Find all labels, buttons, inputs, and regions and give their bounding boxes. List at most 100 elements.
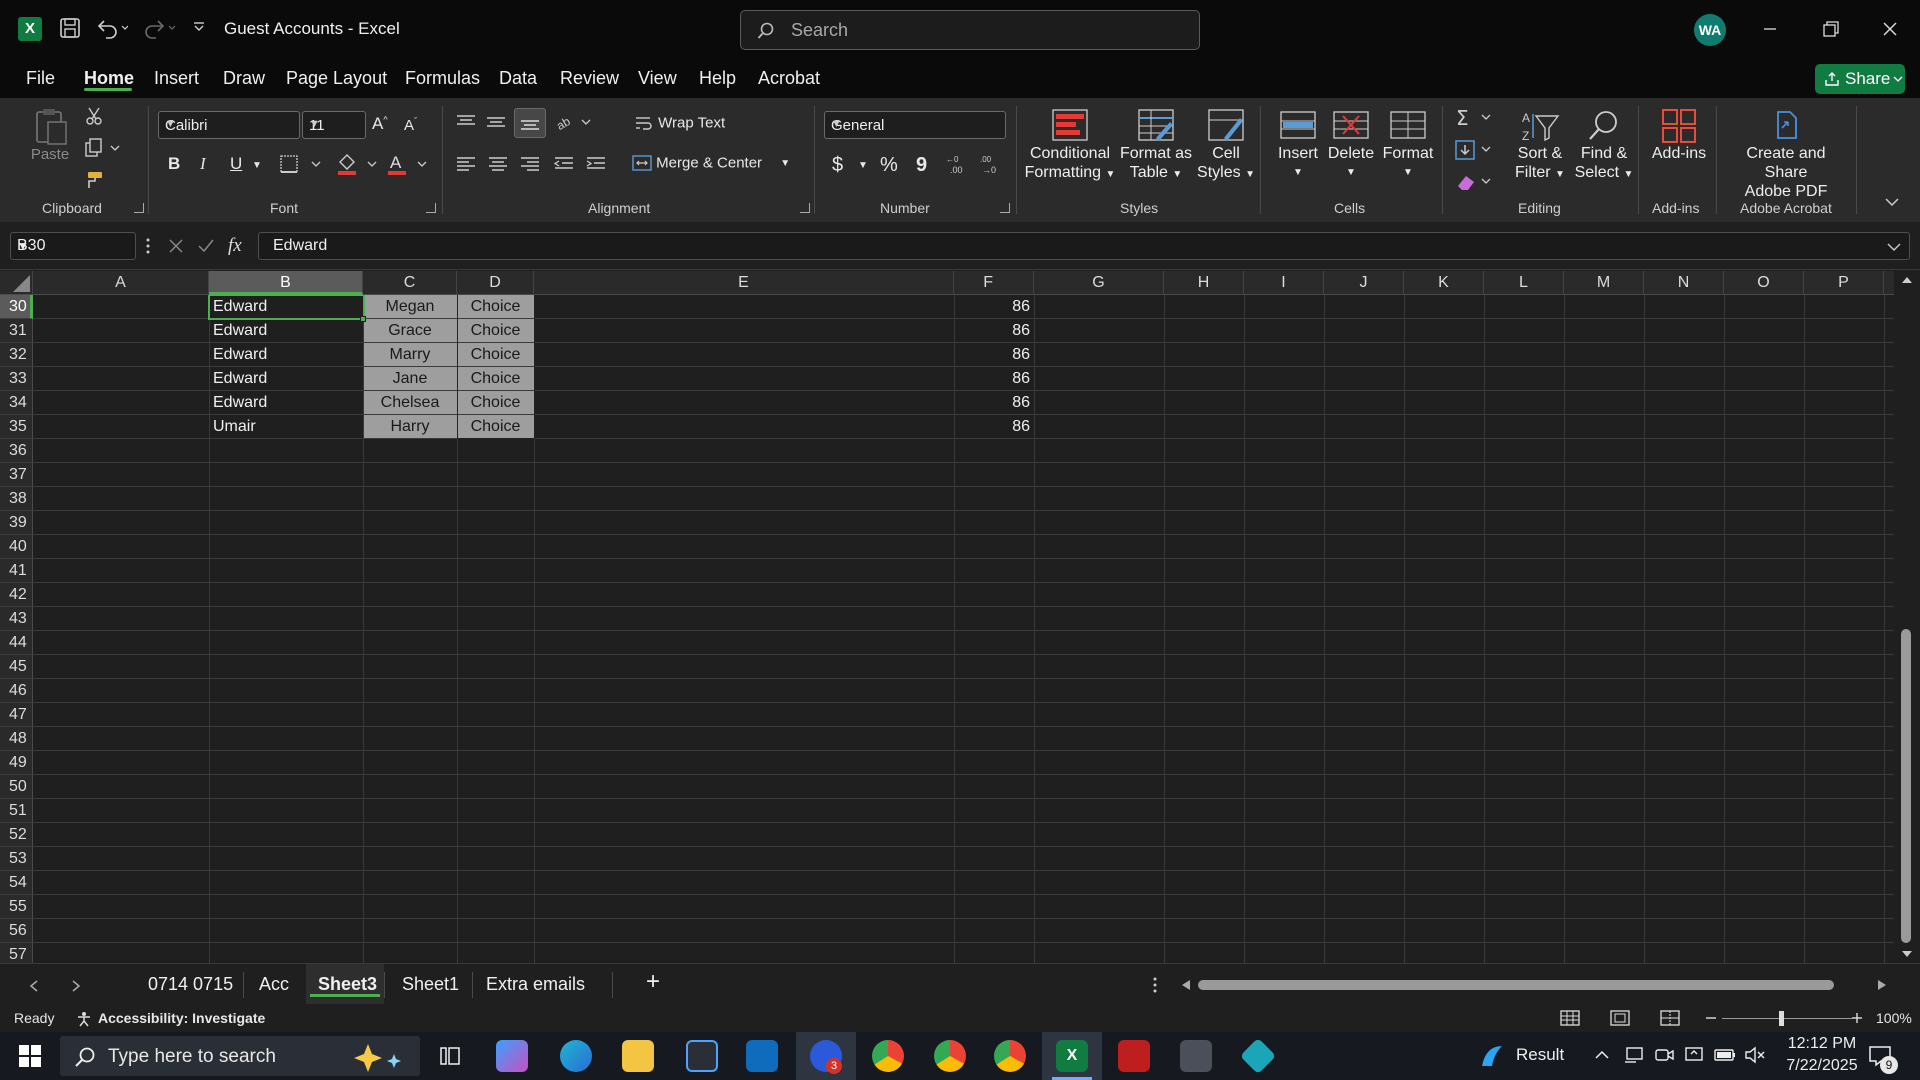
align-center-icon[interactable]	[486, 154, 510, 174]
row-header[interactable]: 50	[0, 775, 33, 799]
cell-b31[interactable]: Edward	[213, 319, 267, 343]
cell-f31[interactable]: 86	[954, 319, 1030, 343]
tab-draw[interactable]: Draw	[223, 68, 265, 89]
formula-input[interactable]: Edward	[258, 232, 1910, 260]
fill-color-icon[interactable]	[336, 152, 378, 176]
tray-chevron-up-icon[interactable]	[1594, 1048, 1610, 1062]
next-sheet-icon[interactable]	[70, 979, 82, 993]
comma-style-button[interactable]: 9	[916, 154, 927, 177]
file-explorer-icon[interactable]	[622, 1040, 654, 1072]
column-header-a[interactable]: A	[33, 271, 209, 295]
excel-taskbar-icon[interactable]: X	[1056, 1040, 1088, 1072]
fill-icon[interactable]	[1454, 138, 1494, 162]
taskbar-search[interactable]: Type here to search	[60, 1036, 420, 1076]
page-layout-view-icon[interactable]	[1610, 1009, 1630, 1027]
insert-function-icon[interactable]: fx	[228, 235, 242, 257]
borders-icon[interactable]	[280, 154, 322, 174]
outlook-icon[interactable]	[746, 1040, 778, 1072]
conditional-formatting-button[interactable]: Conditional Formatting ▼	[1024, 108, 1116, 184]
confirm-entry-icon[interactable]	[196, 236, 216, 256]
row-header[interactable]: 42	[0, 583, 33, 607]
clock-date[interactable]: 7/22/2025	[1778, 1057, 1866, 1075]
underline-button[interactable]: U	[230, 154, 242, 174]
cell-styles-button[interactable]: Cell Styles ▼	[1196, 108, 1256, 184]
cell-d30[interactable]: Choice	[457, 295, 534, 319]
increase-font-icon[interactable]: A^	[372, 114, 388, 134]
close-icon[interactable]	[1874, 14, 1906, 44]
sheet-tab-0714-0715[interactable]: 0714 0715	[148, 974, 233, 995]
font-launcher-icon[interactable]	[426, 203, 436, 213]
search-box[interactable]: Search	[740, 10, 1200, 50]
microsoft-store-icon[interactable]	[686, 1040, 718, 1072]
remote-icon[interactable]	[1684, 1046, 1704, 1064]
row-header[interactable]: 37	[0, 463, 33, 487]
column-header-j[interactable]: J	[1324, 271, 1404, 295]
clear-icon[interactable]	[1454, 170, 1494, 194]
autosum-icon[interactable]: Σ	[1454, 106, 1494, 130]
row-header[interactable]: 43	[0, 607, 33, 631]
decrease-indent-icon[interactable]	[552, 154, 576, 174]
row-header[interactable]: 51	[0, 799, 33, 823]
cell-d35[interactable]: Choice	[457, 415, 534, 439]
tab-home[interactable]: Home	[84, 68, 134, 89]
increase-indent-icon[interactable]	[584, 154, 608, 174]
column-header-i[interactable]: I	[1244, 271, 1324, 295]
decrease-font-icon[interactable]: Aˇ	[404, 116, 417, 134]
zoom-out-icon[interactable]	[1704, 1011, 1718, 1025]
tab-acrobat[interactable]: Acrobat	[758, 68, 820, 89]
normal-view-icon[interactable]	[1560, 1009, 1580, 1027]
network-icon[interactable]	[1624, 1046, 1644, 1064]
expand-formula-bar-icon[interactable]	[1887, 242, 1901, 252]
align-left-icon[interactable]	[454, 154, 478, 174]
row-header[interactable]: 36	[0, 439, 33, 463]
decrease-decimal-icon[interactable]: .00 →0	[976, 154, 1002, 176]
column-header-b[interactable]: B	[209, 271, 363, 295]
cut-icon[interactable]	[84, 106, 104, 126]
font-size-select[interactable]: 11 ▼	[302, 111, 366, 139]
accessibility-status[interactable]: Accessibility: Investigate	[98, 1010, 265, 1026]
scroll-right-icon[interactable]	[1876, 979, 1888, 991]
sheet-tab-acc[interactable]: Acc	[259, 974, 289, 995]
save-icon[interactable]	[58, 16, 82, 40]
format-painter-icon[interactable]	[84, 170, 106, 190]
copy-icon[interactable]	[84, 138, 120, 158]
row-header[interactable]: 38	[0, 487, 33, 511]
zoom-slider-thumb[interactable]	[1779, 1011, 1784, 1026]
row-header[interactable]: 45	[0, 655, 33, 679]
zoom-slider-track[interactable]	[1722, 1018, 1852, 1019]
cell-area[interactable]: Edward Megan Choice 86 Edward Grace Choi…	[33, 295, 1894, 963]
previous-sheet-icon[interactable]	[28, 979, 40, 993]
vertical-scrollbar[interactable]	[1894, 271, 1920, 963]
paste-button[interactable]: Paste	[30, 106, 70, 163]
row-header[interactable]: 46	[0, 679, 33, 703]
copilot-app-icon[interactable]	[496, 1040, 528, 1072]
row-header[interactable]: 56	[0, 919, 33, 943]
column-header-c[interactable]: C	[363, 271, 457, 295]
clock-time[interactable]: 12:12 PM	[1786, 1035, 1858, 1053]
cell-b33[interactable]: Edward	[213, 367, 267, 391]
fill-handle[interactable]	[360, 316, 366, 322]
tab-formulas[interactable]: Formulas	[405, 68, 480, 89]
cell-d31[interactable]: Choice	[457, 319, 534, 343]
column-header-k[interactable]: K	[1404, 271, 1484, 295]
column-header-h[interactable]: H	[1164, 271, 1244, 295]
cell-d34[interactable]: Choice	[457, 391, 534, 415]
column-header-f[interactable]: F	[954, 271, 1034, 295]
column-header-e[interactable]: E	[534, 271, 954, 295]
alignment-launcher-icon[interactable]	[800, 203, 810, 213]
minimize-icon[interactable]	[1754, 14, 1786, 44]
column-header-o[interactable]: O	[1724, 271, 1804, 295]
font-family-select[interactable]: Calibri ▼	[158, 111, 300, 139]
vertical-scroll-thumb[interactable]	[1901, 629, 1911, 943]
more-options-icon[interactable]	[146, 236, 150, 256]
row-header[interactable]: 39	[0, 511, 33, 535]
sheet-tab-sheet3[interactable]: Sheet3	[318, 974, 377, 995]
weather-icon[interactable]	[1478, 1042, 1506, 1070]
row-header[interactable]: 49	[0, 751, 33, 775]
italic-button[interactable]: I	[200, 154, 206, 174]
camera-icon[interactable]	[1654, 1046, 1674, 1064]
chrome-icon[interactable]	[872, 1040, 904, 1072]
row-header[interactable]: 48	[0, 727, 33, 751]
cell-c34[interactable]: Chelsea	[363, 391, 457, 415]
volume-muted-icon[interactable]	[1744, 1046, 1766, 1064]
